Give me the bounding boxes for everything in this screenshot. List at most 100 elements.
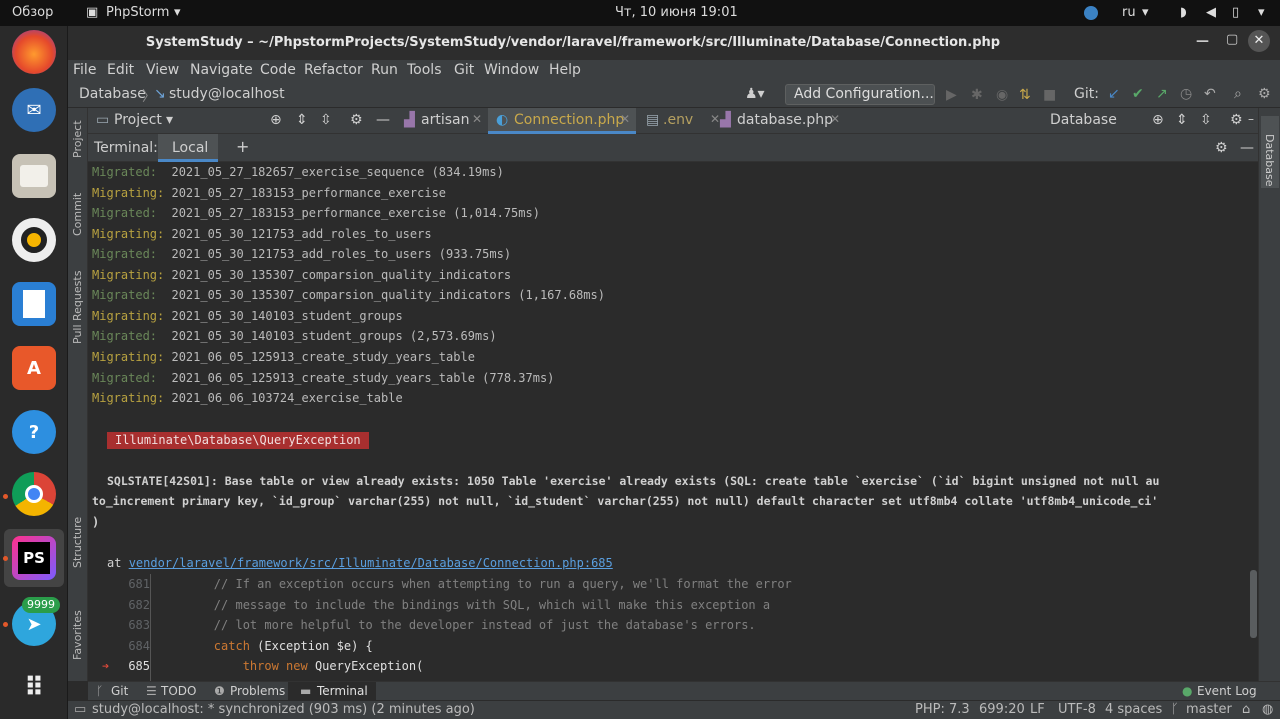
terminal-scrollbar[interactable] bbox=[1250, 570, 1257, 638]
code-keyword: throw new bbox=[156, 659, 308, 673]
close-icon[interactable]: ✕ bbox=[1248, 30, 1270, 52]
libreoffice-writer-icon[interactable] bbox=[12, 282, 56, 326]
terminal-line: Migrating: 2021_06_06_103724_exercise_ta… bbox=[92, 388, 403, 408]
search-icon[interactable]: ⌕ bbox=[1234, 86, 1242, 102]
breadcrumb-datasource[interactable]: study@localhost bbox=[169, 86, 285, 102]
chrome-icon[interactable] bbox=[12, 472, 56, 516]
tool-tab-problems[interactable]: Problems bbox=[230, 684, 285, 698]
phpstorm-icon[interactable]: PS bbox=[12, 536, 56, 580]
menu-view[interactable]: View bbox=[146, 62, 179, 78]
line-separator[interactable]: LF bbox=[1030, 702, 1045, 717]
menu-code[interactable]: Code bbox=[260, 62, 296, 78]
project-hide-icon[interactable]: — bbox=[376, 112, 390, 128]
menu-run[interactable]: Run bbox=[371, 62, 398, 78]
tab-connection-close-icon[interactable]: ✕ bbox=[620, 112, 630, 126]
commit-tool-button[interactable]: Commit bbox=[71, 193, 84, 236]
indent-setting[interactable]: 4 spaces bbox=[1105, 702, 1162, 717]
add-configuration-button[interactable]: Add Configuration... bbox=[785, 84, 935, 105]
language-indicator[interactable]: ru bbox=[1122, 5, 1136, 20]
terminal-settings-icon[interactable]: ⚙ bbox=[1215, 140, 1228, 156]
menu-tools[interactable]: Tools bbox=[407, 62, 442, 78]
tool-tab-git[interactable]: Git bbox=[111, 684, 128, 698]
tab-database-php[interactable]: database.php bbox=[737, 112, 833, 128]
files-icon[interactable] bbox=[12, 154, 56, 198]
db-collapse-icon[interactable]: ⇳ bbox=[1200, 112, 1212, 128]
menu-navigate[interactable]: Navigate bbox=[190, 62, 253, 78]
rhythmbox-icon[interactable] bbox=[12, 218, 56, 262]
minimize-icon[interactable]: — bbox=[1196, 34, 1209, 49]
expand-all-icon[interactable]: ⇕ bbox=[296, 112, 308, 128]
menu-file[interactable]: File bbox=[73, 62, 96, 78]
source-file-link[interactable]: vendor/laravel/framework/src/Illuminate/… bbox=[129, 556, 613, 570]
new-terminal-tab-icon[interactable]: + bbox=[236, 137, 249, 156]
maximize-icon[interactable]: ▢ bbox=[1226, 32, 1238, 47]
git-commit-icon[interactable]: ✔ bbox=[1132, 86, 1144, 102]
wifi-icon[interactable]: ◗ bbox=[1180, 5, 1187, 20]
db-more-icon[interactable]: – bbox=[1248, 112, 1254, 126]
git-rollback-icon[interactable]: ↶ bbox=[1204, 86, 1216, 102]
structure-tool-button[interactable]: Structure bbox=[71, 517, 84, 568]
system-menu-chevron-icon[interactable]: ▾ bbox=[1258, 5, 1265, 20]
status-message[interactable]: study@localhost: * synchronized (903 ms)… bbox=[92, 702, 475, 717]
menu-edit[interactable]: Edit bbox=[107, 62, 134, 78]
software-center-icon[interactable]: A bbox=[12, 346, 56, 390]
firefox-icon[interactable] bbox=[12, 30, 56, 74]
tab-env[interactable]: .env bbox=[663, 112, 693, 128]
code-line-number: 683 bbox=[128, 618, 150, 632]
inspector-icon[interactable]: ◍ bbox=[1262, 702, 1273, 717]
db-locate-icon[interactable]: ⊕ bbox=[1152, 112, 1164, 128]
database-tool-button[interactable]: Database bbox=[1263, 134, 1276, 187]
favorites-tool-button[interactable]: Favorites bbox=[71, 610, 84, 660]
pull-requests-tool-button[interactable]: Pull Requests bbox=[71, 271, 84, 344]
file-encoding[interactable]: UTF-8 bbox=[1058, 702, 1096, 717]
coverage-icon[interactable]: ◉ bbox=[996, 87, 1008, 103]
thunderbird-icon[interactable]: ✉ bbox=[12, 88, 56, 132]
lock-icon[interactable]: ⌂ bbox=[1242, 702, 1250, 717]
project-view-selector[interactable]: Project bbox=[114, 112, 162, 128]
tab-connection-php[interactable]: Connection.php bbox=[514, 112, 624, 128]
menu-window[interactable]: Window bbox=[484, 62, 539, 78]
db-expand-icon[interactable]: ⇕ bbox=[1176, 112, 1188, 128]
event-log-button[interactable]: Event Log bbox=[1197, 684, 1257, 698]
vcs-branch[interactable]: master bbox=[1186, 702, 1232, 717]
run-icon[interactable]: ▶ bbox=[946, 87, 957, 103]
user-icon[interactable]: ♟▾ bbox=[745, 86, 765, 102]
tool-tab-todo[interactable]: TODO bbox=[161, 684, 196, 698]
menu-git[interactable]: Git bbox=[454, 62, 474, 78]
tab-artisan[interactable]: artisan bbox=[421, 112, 469, 128]
db-settings-icon[interactable]: ⚙ bbox=[1230, 112, 1243, 128]
activities-button[interactable]: Обзор bbox=[12, 5, 53, 20]
git-update-icon[interactable]: ↙ bbox=[1108, 86, 1120, 102]
tab-database-close-icon[interactable]: ✕ bbox=[830, 112, 840, 126]
settings-icon[interactable]: ⚙ bbox=[1258, 86, 1271, 102]
php-version[interactable]: PHP: 7.3 bbox=[915, 702, 970, 717]
tab-env-close-icon[interactable]: ✕ bbox=[710, 112, 720, 126]
network-icon[interactable] bbox=[1084, 6, 1098, 20]
tab-artisan-close-icon[interactable]: ✕ bbox=[472, 112, 482, 126]
menu-refactor[interactable]: Refactor bbox=[304, 62, 363, 78]
show-apps-icon[interactable]: ⠿ bbox=[12, 666, 56, 710]
project-chevron-icon[interactable]: ▾ bbox=[166, 112, 173, 128]
locate-icon[interactable]: ⊕ bbox=[270, 112, 282, 128]
collapse-all-icon[interactable]: ⇳ bbox=[320, 112, 332, 128]
terminal-tab-local[interactable]: Local bbox=[172, 140, 208, 156]
terminal-output[interactable]: Migrated: 2021_05_27_182657_exercise_seq… bbox=[88, 162, 1258, 681]
help-icon[interactable]: ? bbox=[12, 410, 56, 454]
debug-icon[interactable]: ✱ bbox=[971, 87, 983, 103]
terminal-hide-icon[interactable]: — bbox=[1240, 140, 1254, 156]
stop-icon[interactable]: ■ bbox=[1043, 87, 1056, 103]
git-push-icon[interactable]: ↗ bbox=[1156, 86, 1168, 102]
project-settings-icon[interactable]: ⚙ bbox=[350, 112, 363, 128]
breadcrumb-database[interactable]: Database bbox=[79, 86, 146, 102]
menu-help[interactable]: Help bbox=[549, 62, 581, 78]
battery-icon[interactable]: ▯ bbox=[1232, 5, 1239, 20]
app-menu-button[interactable]: PhpStorm bbox=[106, 5, 169, 20]
status-panel-icon[interactable]: ▭ bbox=[74, 702, 86, 717]
volume-icon[interactable]: ◀ bbox=[1206, 5, 1216, 20]
clock[interactable]: Чт, 10 июня 19:01 bbox=[615, 5, 738, 20]
caret-position[interactable]: 699:20 bbox=[979, 702, 1025, 717]
profile-icon[interactable]: ⇅ bbox=[1019, 87, 1031, 103]
git-history-icon[interactable]: ◷ bbox=[1180, 86, 1192, 102]
project-tool-button[interactable]: Project bbox=[71, 120, 84, 158]
tool-tab-terminal[interactable]: Terminal bbox=[317, 684, 368, 698]
